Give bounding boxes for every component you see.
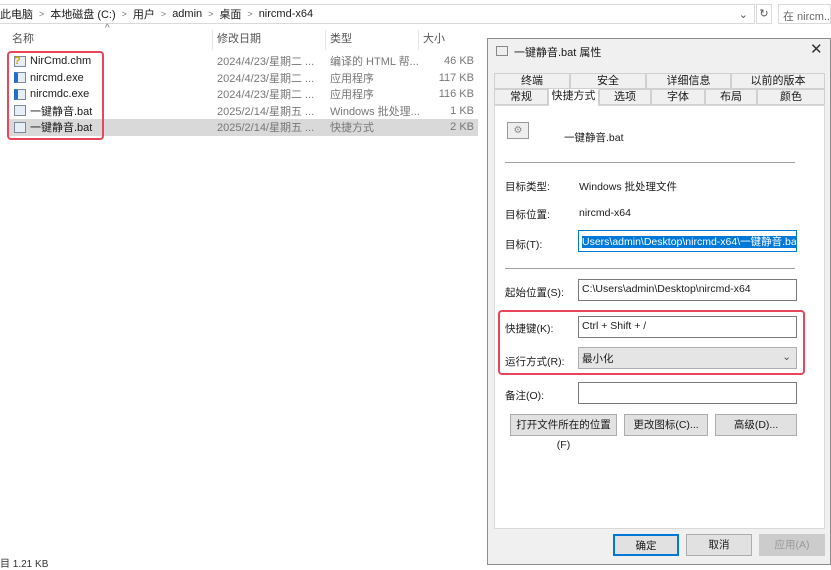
- open-file-location-button[interactable]: 打开文件所在的位置(F): [510, 414, 617, 451]
- tab-details[interactable]: 详细信息: [646, 73, 731, 89]
- file-name: 一键静音.bat: [564, 132, 624, 144]
- chevron-right-icon: >: [247, 9, 253, 19]
- file-size: 116 KB: [438, 88, 474, 101]
- search-input[interactable]: 在 nircm...: [778, 4, 831, 24]
- status-bar-text: 目 1.21 KB: [0, 559, 49, 570]
- tab-layout[interactable]: 布局: [705, 89, 757, 105]
- target-location-label: 目标位置:: [505, 209, 550, 221]
- file-date: 2025/2/14/星期五 ...: [217, 105, 315, 118]
- chevron-right-icon: >: [121, 9, 127, 19]
- file-size: 1 KB: [450, 104, 474, 117]
- column-header-size[interactable]: 大小: [423, 30, 445, 48]
- file-type: 应用程序: [330, 72, 374, 85]
- refresh-icon[interactable]: ↻: [756, 4, 772, 24]
- tab-shortcut[interactable]: 快捷方式: [548, 88, 599, 106]
- tab-font[interactable]: 字体: [651, 89, 705, 105]
- file-type: 快捷方式: [330, 122, 374, 135]
- column-header-name[interactable]: 名称: [12, 30, 34, 48]
- divider: [505, 268, 795, 269]
- file-size: 46 KB: [444, 55, 474, 68]
- breadcrumb-item[interactable]: 此电脑: [0, 6, 33, 22]
- column-divider[interactable]: [325, 30, 326, 50]
- breadcrumb-item[interactable]: 本地磁盘 (C:): [50, 6, 115, 22]
- shortcut-icon: [496, 46, 508, 56]
- tab-options[interactable]: 选项: [599, 89, 651, 105]
- column-header-type[interactable]: 类型: [330, 30, 352, 48]
- tab-previous-versions[interactable]: 以前的版本: [731, 73, 825, 89]
- properties-dialog: 一键静音.bat 属性 ✕ 终端 安全 详细信息 以前的版本 常规 选项 字体 …: [487, 38, 831, 565]
- highlight-box: [498, 310, 805, 375]
- file-date: 2024/4/23/星期二 ...: [217, 56, 315, 69]
- tab-terminal[interactable]: 终端: [494, 73, 570, 89]
- comment-label: 备注(O):: [505, 390, 545, 402]
- chevron-right-icon: >: [160, 9, 167, 19]
- dialog-title: 一键静音.bat 属性: [514, 47, 602, 59]
- highlight-box: [7, 51, 104, 140]
- file-date: 2025/2/14/星期五 ...: [217, 122, 315, 135]
- start-in-input[interactable]: C:\Users\admin\Desktop\nircmd-x64: [578, 279, 797, 301]
- address-bar[interactable]: 此电脑 > 本地磁盘 (C:) > 用户 > admin > 桌面 > nircmd-x6…: [0, 4, 755, 24]
- breadcrumb-item[interactable]: 用户: [133, 6, 155, 22]
- chevron-right-icon: >: [208, 9, 214, 19]
- file-size: 2 KB: [450, 121, 474, 134]
- comment-input[interactable]: [578, 382, 797, 404]
- target-input[interactable]: Users\admin\Desktop\nircmd-x64\一键静音.bat: [578, 230, 797, 252]
- sort-ascending-icon: ^: [105, 23, 110, 34]
- history-dropdown-icon[interactable]: ⌄: [739, 8, 748, 21]
- change-icon-button[interactable]: 更改图标(C)...: [624, 414, 708, 436]
- gear-icon: ⚙: [507, 122, 529, 139]
- divider: [505, 162, 795, 163]
- file-date: 2024/4/23/星期二 ...: [217, 89, 315, 102]
- ok-button[interactable]: 确定: [613, 534, 679, 556]
- apply-button[interactable]: 应用(A): [759, 534, 825, 556]
- target-value: Users\admin\Desktop\nircmd-x64\一键静音.bat: [582, 236, 796, 248]
- target-type-value: Windows 批处理文件: [579, 181, 678, 193]
- cancel-button[interactable]: 取消: [686, 534, 752, 556]
- tab-colors[interactable]: 颜色: [757, 89, 825, 105]
- column-header-date[interactable]: 修改日期: [217, 30, 261, 48]
- tab-general[interactable]: 常规: [494, 89, 548, 105]
- file-size: 117 KB: [438, 71, 474, 84]
- file-type: Windows 批处理...: [330, 105, 420, 118]
- breadcrumb-item[interactable]: nircmd-x64: [259, 8, 313, 20]
- target-type-label: 目标类型:: [505, 181, 550, 193]
- file-type: 应用程序: [330, 89, 374, 102]
- start-in-label: 起始位置(S):: [505, 287, 564, 299]
- file-date: 2024/4/23/星期二 ...: [217, 72, 315, 85]
- column-divider[interactable]: [212, 30, 213, 50]
- breadcrumb-item[interactable]: admin: [172, 8, 202, 20]
- breadcrumb-item[interactable]: 桌面: [219, 6, 241, 22]
- chevron-right-icon: >: [39, 9, 45, 19]
- target-label: 目标(T):: [505, 239, 543, 251]
- close-icon[interactable]: ✕: [810, 40, 823, 58]
- advanced-button[interactable]: 高级(D)...: [715, 414, 797, 436]
- column-divider[interactable]: [418, 30, 419, 50]
- shortcut-tab-panel: ⚙ 一键静音.bat 目标类型: Windows 批处理文件 目标位置: nir…: [494, 105, 825, 529]
- target-location-value: nircmd-x64: [579, 207, 631, 219]
- tab-security[interactable]: 安全: [570, 73, 646, 89]
- file-type: 编译的 HTML 帮...: [330, 56, 419, 69]
